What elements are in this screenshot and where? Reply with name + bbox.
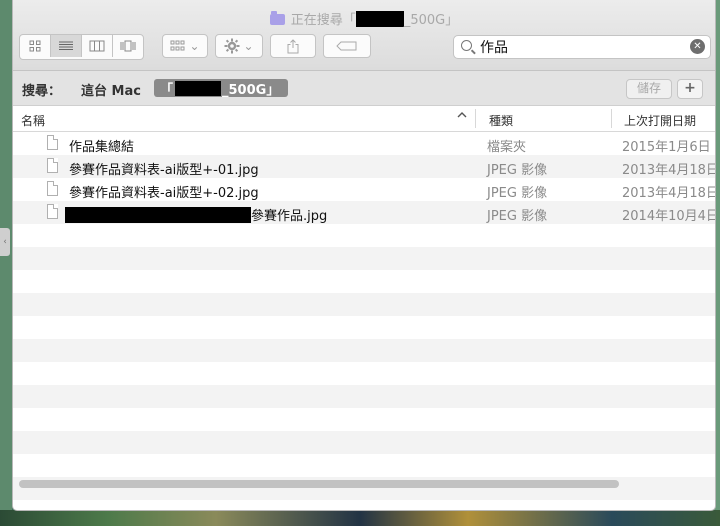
- view-mode-segmented-control: [19, 34, 144, 60]
- empty-row: [13, 270, 715, 293]
- file-name: 作品集總結: [69, 140, 135, 155]
- scope-label: 搜尋：: [22, 84, 62, 99]
- search-input[interactable]: [480, 38, 680, 55]
- empty-row: [13, 431, 715, 454]
- empty-row: [13, 408, 715, 431]
- file-date: 2014年10月4日: [622, 209, 716, 224]
- window-titlebar: 正在搜尋「 _500G」 ⌄ ⌄ 作品 ✕: [13, 0, 715, 71]
- column-date-header[interactable]: 上次打開日期: [624, 112, 696, 129]
- list-item[interactable]: 作品集總結 檔案夾 2015年1月6日: [13, 132, 715, 155]
- document-icon: [47, 204, 58, 219]
- finder-search-window: 正在搜尋「 _500G」 ⌄ ⌄ 作品 ✕ 搜尋： 這台 Mac 「 _500G…: [12, 0, 716, 511]
- empty-row: [13, 316, 715, 339]
- desktop-background-left: [0, 0, 12, 526]
- icon-view-icon[interactable]: [20, 35, 50, 57]
- empty-row: [13, 362, 715, 385]
- file-name: 參賽作品資料表-ai版型+-01.jpg: [69, 163, 259, 178]
- file-date: 2013年4月18日: [622, 163, 716, 178]
- title-prefix: 正在搜尋「: [290, 13, 356, 28]
- coverflow-view-icon[interactable]: [112, 35, 143, 57]
- tag-icon: [336, 41, 357, 51]
- empty-row: [13, 500, 715, 510]
- horizontal-scrollbar[interactable]: [17, 479, 709, 489]
- document-icon: [47, 135, 58, 150]
- column-view-icon[interactable]: [81, 35, 112, 57]
- scope-disk-suffix: _500G」: [222, 82, 280, 98]
- scope-this-mac[interactable]: 這台 Mac: [81, 80, 141, 99]
- column-kind-header[interactable]: 種類: [489, 112, 513, 129]
- share-button[interactable]: [270, 34, 316, 58]
- list-item[interactable]: 參賽作品資料表-ai版型+-01.jpg JPEG 影像 2013年4月18日: [13, 155, 715, 178]
- file-name-suffix: 參賽作品.jpg: [251, 209, 328, 224]
- file-name: 參賽作品.jpg: [65, 205, 327, 224]
- save-search-button[interactable]: 儲存: [626, 79, 672, 99]
- column-separator[interactable]: [475, 109, 476, 128]
- column-separator[interactable]: [611, 109, 612, 128]
- scope-disk-selected[interactable]: 「 _500G」: [154, 79, 288, 98]
- search-field[interactable]: ✕: [453, 35, 711, 59]
- empty-row: [13, 454, 715, 477]
- empty-row: [13, 339, 715, 362]
- title-suffix: _500G」: [403, 13, 459, 28]
- chevron-down-icon: ⌄: [189, 39, 200, 53]
- action-button[interactable]: ⌄: [215, 34, 263, 58]
- share-icon: [287, 38, 299, 53]
- file-date: 2015年1月6日: [622, 140, 711, 155]
- gear-icon: [224, 38, 240, 54]
- file-kind: 檔案夾: [487, 140, 527, 155]
- redacted-disk-name: [175, 80, 222, 96]
- arrange-grid-icon: [170, 40, 185, 51]
- search-results-list: 作品集總結 檔案夾 2015年1月6日 參賽作品資料表-ai版型+-01.jpg…: [13, 132, 715, 510]
- empty-row: [13, 385, 715, 408]
- empty-row: [13, 247, 715, 270]
- file-kind: JPEG 影像: [487, 186, 548, 201]
- list-view-icon[interactable]: [50, 35, 81, 57]
- search-folder-icon: [269, 11, 285, 25]
- chevron-down-icon: ⌄: [243, 39, 254, 53]
- search-icon: [461, 40, 472, 51]
- list-item[interactable]: 參賽作品.jpg JPEG 影像 2014年10月4日: [13, 201, 715, 224]
- empty-row: [13, 293, 715, 316]
- file-date: 2013年4月18日: [622, 186, 716, 201]
- empty-row: [13, 224, 715, 247]
- scope-disk-prefix: 「: [160, 82, 174, 98]
- edit-tags-button[interactable]: [323, 34, 371, 58]
- document-icon: [47, 158, 58, 173]
- sort-chevron-up-icon: [457, 111, 467, 122]
- sidebar-resize-handle[interactable]: ‹: [0, 228, 10, 256]
- list-item[interactable]: 參賽作品資料表-ai版型+-02.jpg JPEG 影像 2013年4月18日: [13, 178, 715, 201]
- column-header: 名稱 種類 上次打開日期: [13, 106, 715, 132]
- desktop-background-bottom: [0, 510, 720, 526]
- clear-search-icon[interactable]: ✕: [690, 39, 705, 54]
- redacted-file-prefix: [65, 207, 251, 223]
- file-kind: JPEG 影像: [487, 163, 548, 178]
- search-scope-bar: 搜尋： 這台 Mac 「 _500G」 儲存 +: [13, 71, 715, 106]
- arrange-button[interactable]: ⌄: [162, 34, 208, 58]
- scrollbar-thumb[interactable]: [19, 480, 619, 488]
- file-name: 參賽作品資料表-ai版型+-02.jpg: [69, 186, 259, 201]
- add-criteria-button[interactable]: +: [677, 79, 703, 99]
- file-kind: JPEG 影像: [487, 209, 548, 224]
- column-name-header[interactable]: 名稱: [21, 112, 45, 129]
- window-title: 正在搜尋「 _500G」: [13, 9, 715, 28]
- document-icon: [47, 181, 58, 196]
- redacted-disk-name: [355, 11, 404, 27]
